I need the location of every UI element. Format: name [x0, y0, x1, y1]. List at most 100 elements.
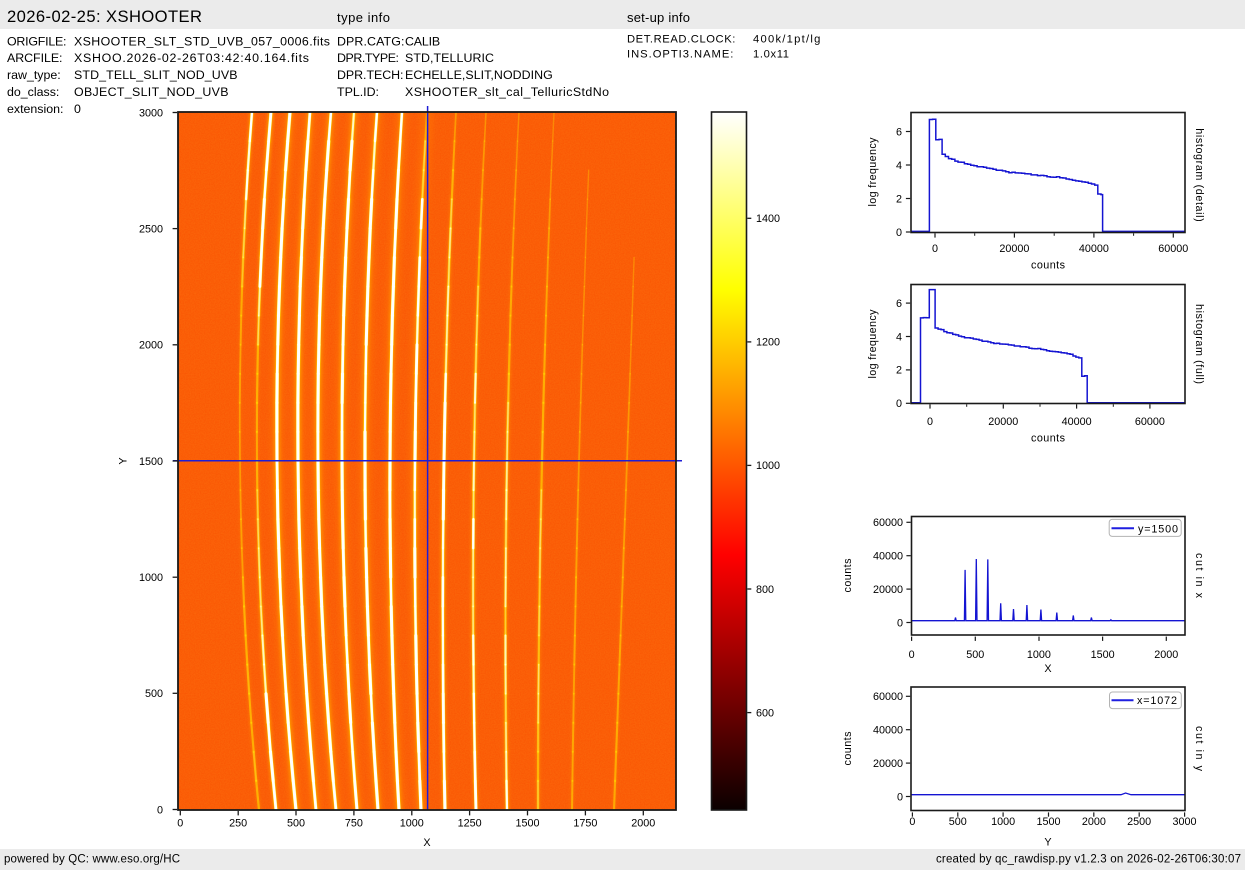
svg-text:DET.READ.CLOCK:: DET.READ.CLOCK:	[627, 34, 735, 46]
svg-text:1250: 1250	[458, 818, 482, 830]
svg-text:2500: 2500	[139, 223, 163, 235]
svg-text:STD_TELL_SLIT_NOD_UVB: STD_TELL_SLIT_NOD_UVB	[74, 68, 238, 82]
svg-text:Y: Y	[1044, 837, 1051, 849]
svg-text:x=1072: x=1072	[1137, 695, 1177, 707]
svg-text:2: 2	[896, 365, 902, 377]
svg-text:20000: 20000	[873, 758, 903, 770]
svg-text:XSHOOTER_SLT_STD_UVB_057_0006.: XSHOOTER_SLT_STD_UVB_057_0006.fits	[74, 34, 330, 48]
svg-text:counts: counts	[1031, 433, 1066, 445]
svg-text:3000: 3000	[139, 107, 163, 119]
svg-text:2000: 2000	[1082, 816, 1106, 828]
svg-text:OBJECT_SLIT_NOD_UVB: OBJECT_SLIT_NOD_UVB	[74, 85, 229, 99]
svg-text:Y: Y	[118, 457, 130, 464]
svg-text:20000: 20000	[988, 416, 1018, 428]
svg-text:counts: counts	[1031, 260, 1066, 272]
svg-text:INS.OPTI3.NAME:: INS.OPTI3.NAME:	[627, 49, 733, 61]
svg-text:1000: 1000	[1027, 649, 1051, 661]
svg-text:extension:: extension:	[7, 102, 63, 116]
svg-text:0: 0	[157, 804, 163, 816]
svg-text:0: 0	[927, 416, 933, 428]
svg-text:CALIB: CALIB	[405, 34, 440, 48]
svg-text:40000: 40000	[873, 725, 903, 737]
svg-text:histogram (detail): histogram (detail)	[1193, 128, 1205, 221]
svg-text:500: 500	[966, 649, 984, 661]
svg-text:type info: type info	[337, 10, 390, 25]
svg-text:3000: 3000	[1173, 816, 1197, 828]
svg-text:do_class:: do_class:	[7, 85, 59, 99]
svg-text:ARCFILE:: ARCFILE:	[7, 51, 63, 65]
svg-text:4: 4	[896, 160, 902, 172]
svg-text:20000: 20000	[873, 584, 903, 596]
svg-text:1750: 1750	[573, 818, 597, 830]
svg-text:2500: 2500	[1127, 816, 1151, 828]
svg-text:500: 500	[287, 818, 305, 830]
svg-text:0: 0	[74, 102, 81, 116]
svg-text:TPL.ID:: TPL.ID:	[337, 85, 379, 99]
svg-text:60000: 60000	[1158, 243, 1188, 255]
svg-text:X: X	[423, 837, 430, 849]
svg-text:log frequency: log frequency	[867, 309, 879, 379]
svg-text:ORIGFILE:: ORIGFILE:	[7, 34, 67, 48]
svg-text:1400: 1400	[756, 213, 780, 225]
svg-text:40000: 40000	[1062, 416, 1092, 428]
svg-text:60000: 60000	[1135, 416, 1165, 428]
svg-text:1000: 1000	[756, 460, 780, 472]
svg-text:XSHOO.2026-02-26T03:42:40.164.: XSHOO.2026-02-26T03:42:40.164.fits	[74, 51, 309, 65]
svg-text:XSHOOTER_slt_cal_TelluricStdNo: XSHOOTER_slt_cal_TelluricStdNo	[405, 85, 609, 99]
svg-text:400k/1pt/lg: 400k/1pt/lg	[753, 34, 820, 46]
svg-text:60000: 60000	[873, 517, 903, 529]
svg-text:1.0x11: 1.0x11	[753, 49, 789, 61]
svg-text:log frequency: log frequency	[867, 137, 879, 207]
svg-text:750: 750	[345, 818, 363, 830]
svg-text:counts: counts	[842, 731, 854, 766]
svg-text:counts: counts	[842, 558, 854, 593]
svg-text:2026-02-25: XSHOOTER: 2026-02-25: XSHOOTER	[7, 7, 202, 26]
svg-text:created by qc_rawdisp.py v1.2.: created by qc_rawdisp.py v1.2.3 on 2026-…	[936, 854, 1241, 866]
svg-text:1200: 1200	[756, 337, 780, 349]
svg-text:40000: 40000	[873, 551, 903, 563]
svg-text:250: 250	[229, 818, 247, 830]
svg-text:0: 0	[909, 649, 915, 661]
svg-text:2000: 2000	[631, 818, 655, 830]
svg-text:6: 6	[896, 126, 902, 138]
svg-text:histogram (full): histogram (full)	[1193, 304, 1205, 384]
svg-text:0: 0	[896, 398, 902, 410]
svg-text:1000: 1000	[139, 572, 163, 584]
svg-text:1000: 1000	[991, 816, 1015, 828]
svg-text:raw_type:: raw_type:	[7, 68, 61, 82]
svg-text:0: 0	[897, 791, 903, 803]
svg-text:0: 0	[897, 617, 903, 629]
svg-text:DPR.TYPE:: DPR.TYPE:	[337, 51, 399, 65]
svg-text:40000: 40000	[1079, 243, 1109, 255]
svg-text:cut in x: cut in x	[1193, 553, 1205, 599]
svg-text:20000: 20000	[999, 243, 1029, 255]
svg-text:1500: 1500	[1091, 649, 1115, 661]
svg-text:0: 0	[909, 816, 915, 828]
svg-text:ECHELLE,SLIT,NODDING: ECHELLE,SLIT,NODDING	[405, 68, 553, 82]
svg-text:0: 0	[177, 818, 183, 830]
svg-text:DPR.CATG:: DPR.CATG:	[337, 34, 404, 48]
svg-text:4: 4	[896, 331, 902, 343]
svg-text:2000: 2000	[139, 340, 163, 352]
svg-text:powered by QC: www.eso.org/HC: powered by QC: www.eso.org/HC	[4, 854, 180, 866]
svg-text:800: 800	[756, 584, 774, 596]
svg-text:60000: 60000	[873, 691, 903, 703]
svg-text:1500: 1500	[1036, 816, 1060, 828]
svg-text:500: 500	[145, 688, 163, 700]
svg-text:0: 0	[896, 227, 902, 239]
svg-text:2: 2	[896, 193, 902, 205]
svg-text:1500: 1500	[139, 456, 163, 468]
svg-text:6: 6	[896, 298, 902, 310]
svg-text:500: 500	[949, 816, 967, 828]
svg-text:1500: 1500	[516, 818, 540, 830]
svg-text:STD,TELLURIC: STD,TELLURIC	[405, 51, 494, 65]
svg-text:2000: 2000	[1154, 649, 1178, 661]
svg-text:X: X	[1044, 663, 1051, 675]
svg-text:cut in y: cut in y	[1193, 726, 1205, 772]
svg-text:0: 0	[932, 243, 938, 255]
svg-text:600: 600	[756, 707, 774, 719]
svg-text:DPR.TECH:: DPR.TECH:	[337, 68, 404, 82]
svg-text:1000: 1000	[400, 818, 424, 830]
svg-text:y=1500: y=1500	[1138, 523, 1178, 535]
svg-text:set-up info: set-up info	[627, 10, 690, 25]
